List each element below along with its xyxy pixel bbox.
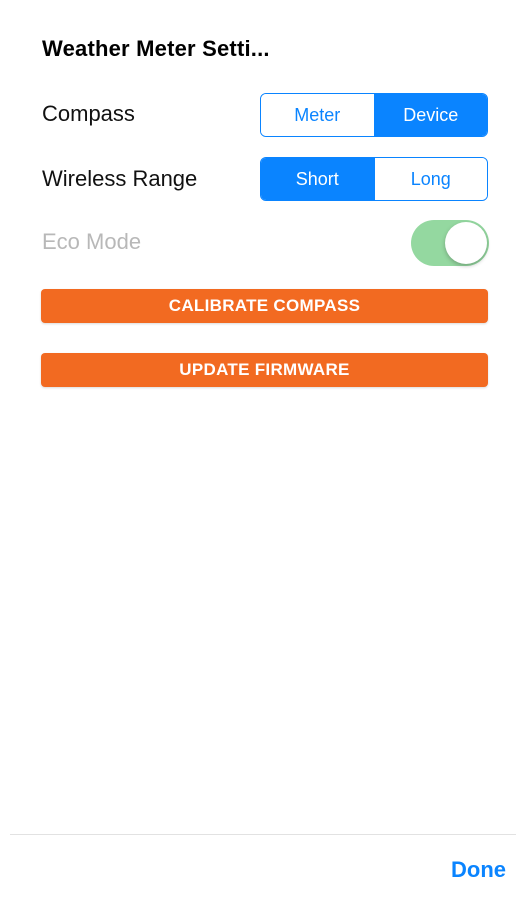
calibrate-compass-button[interactable]: CALIBRATE COMPASS <box>41 289 488 323</box>
compass-label: Compass <box>42 101 135 126</box>
wireless-range-option-short[interactable]: Short <box>261 158 374 200</box>
update-firmware-button[interactable]: UPDATE FIRMWARE <box>41 353 488 387</box>
footer-divider <box>10 834 516 835</box>
wireless-range-option-long[interactable]: Long <box>373 158 487 200</box>
wireless-range-segmented-control: Short Long <box>260 157 488 201</box>
compass-segmented-control: Meter Device <box>260 93 488 137</box>
done-button[interactable]: Done <box>451 857 506 883</box>
toggle-switch-on-icon <box>445 222 487 264</box>
wireless-range-label: Wireless Range <box>42 166 198 191</box>
compass-option-device[interactable]: Device <box>373 94 487 136</box>
eco-mode-toggle[interactable] <box>411 220 489 266</box>
compass-option-meter[interactable]: Meter <box>261 94 374 136</box>
page-title: Weather Meter Setti... <box>42 36 270 61</box>
eco-mode-label: Eco Mode <box>42 229 142 254</box>
